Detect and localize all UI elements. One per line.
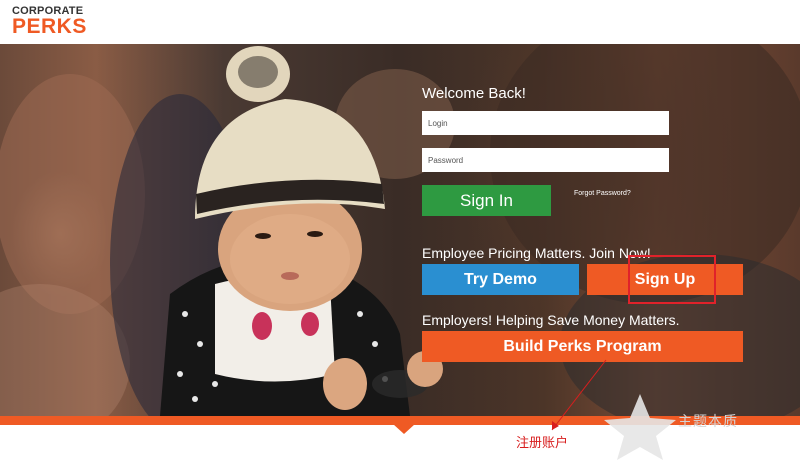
site-header: CORPORATE PERKS (0, 0, 800, 44)
sign-up-button[interactable]: Sign Up (587, 264, 743, 295)
logo-bottom-text: PERKS (12, 15, 87, 38)
sign-in-button[interactable]: Sign In (422, 185, 551, 216)
login-input[interactable] (422, 111, 669, 135)
employee-tagline: Employee Pricing Matters. Join Now! (422, 245, 651, 261)
forgot-password-link[interactable]: Forgot Password? (574, 190, 631, 197)
sign-up-annotation: 注册账户 (516, 436, 569, 451)
watermark-text: 主题本质 (678, 414, 738, 430)
password-input[interactable] (422, 148, 669, 172)
corporate-perks-logo[interactable]: CORPORATE PERKS (12, 6, 87, 38)
welcome-heading: Welcome Back! (422, 85, 526, 102)
try-demo-button[interactable]: Try Demo (422, 264, 579, 295)
build-perks-program-button[interactable]: Build Perks Program (422, 331, 743, 362)
band-down-arrow-icon (393, 424, 415, 434)
employer-tagline: Employers! Helping Save Money Matters. (422, 312, 680, 328)
